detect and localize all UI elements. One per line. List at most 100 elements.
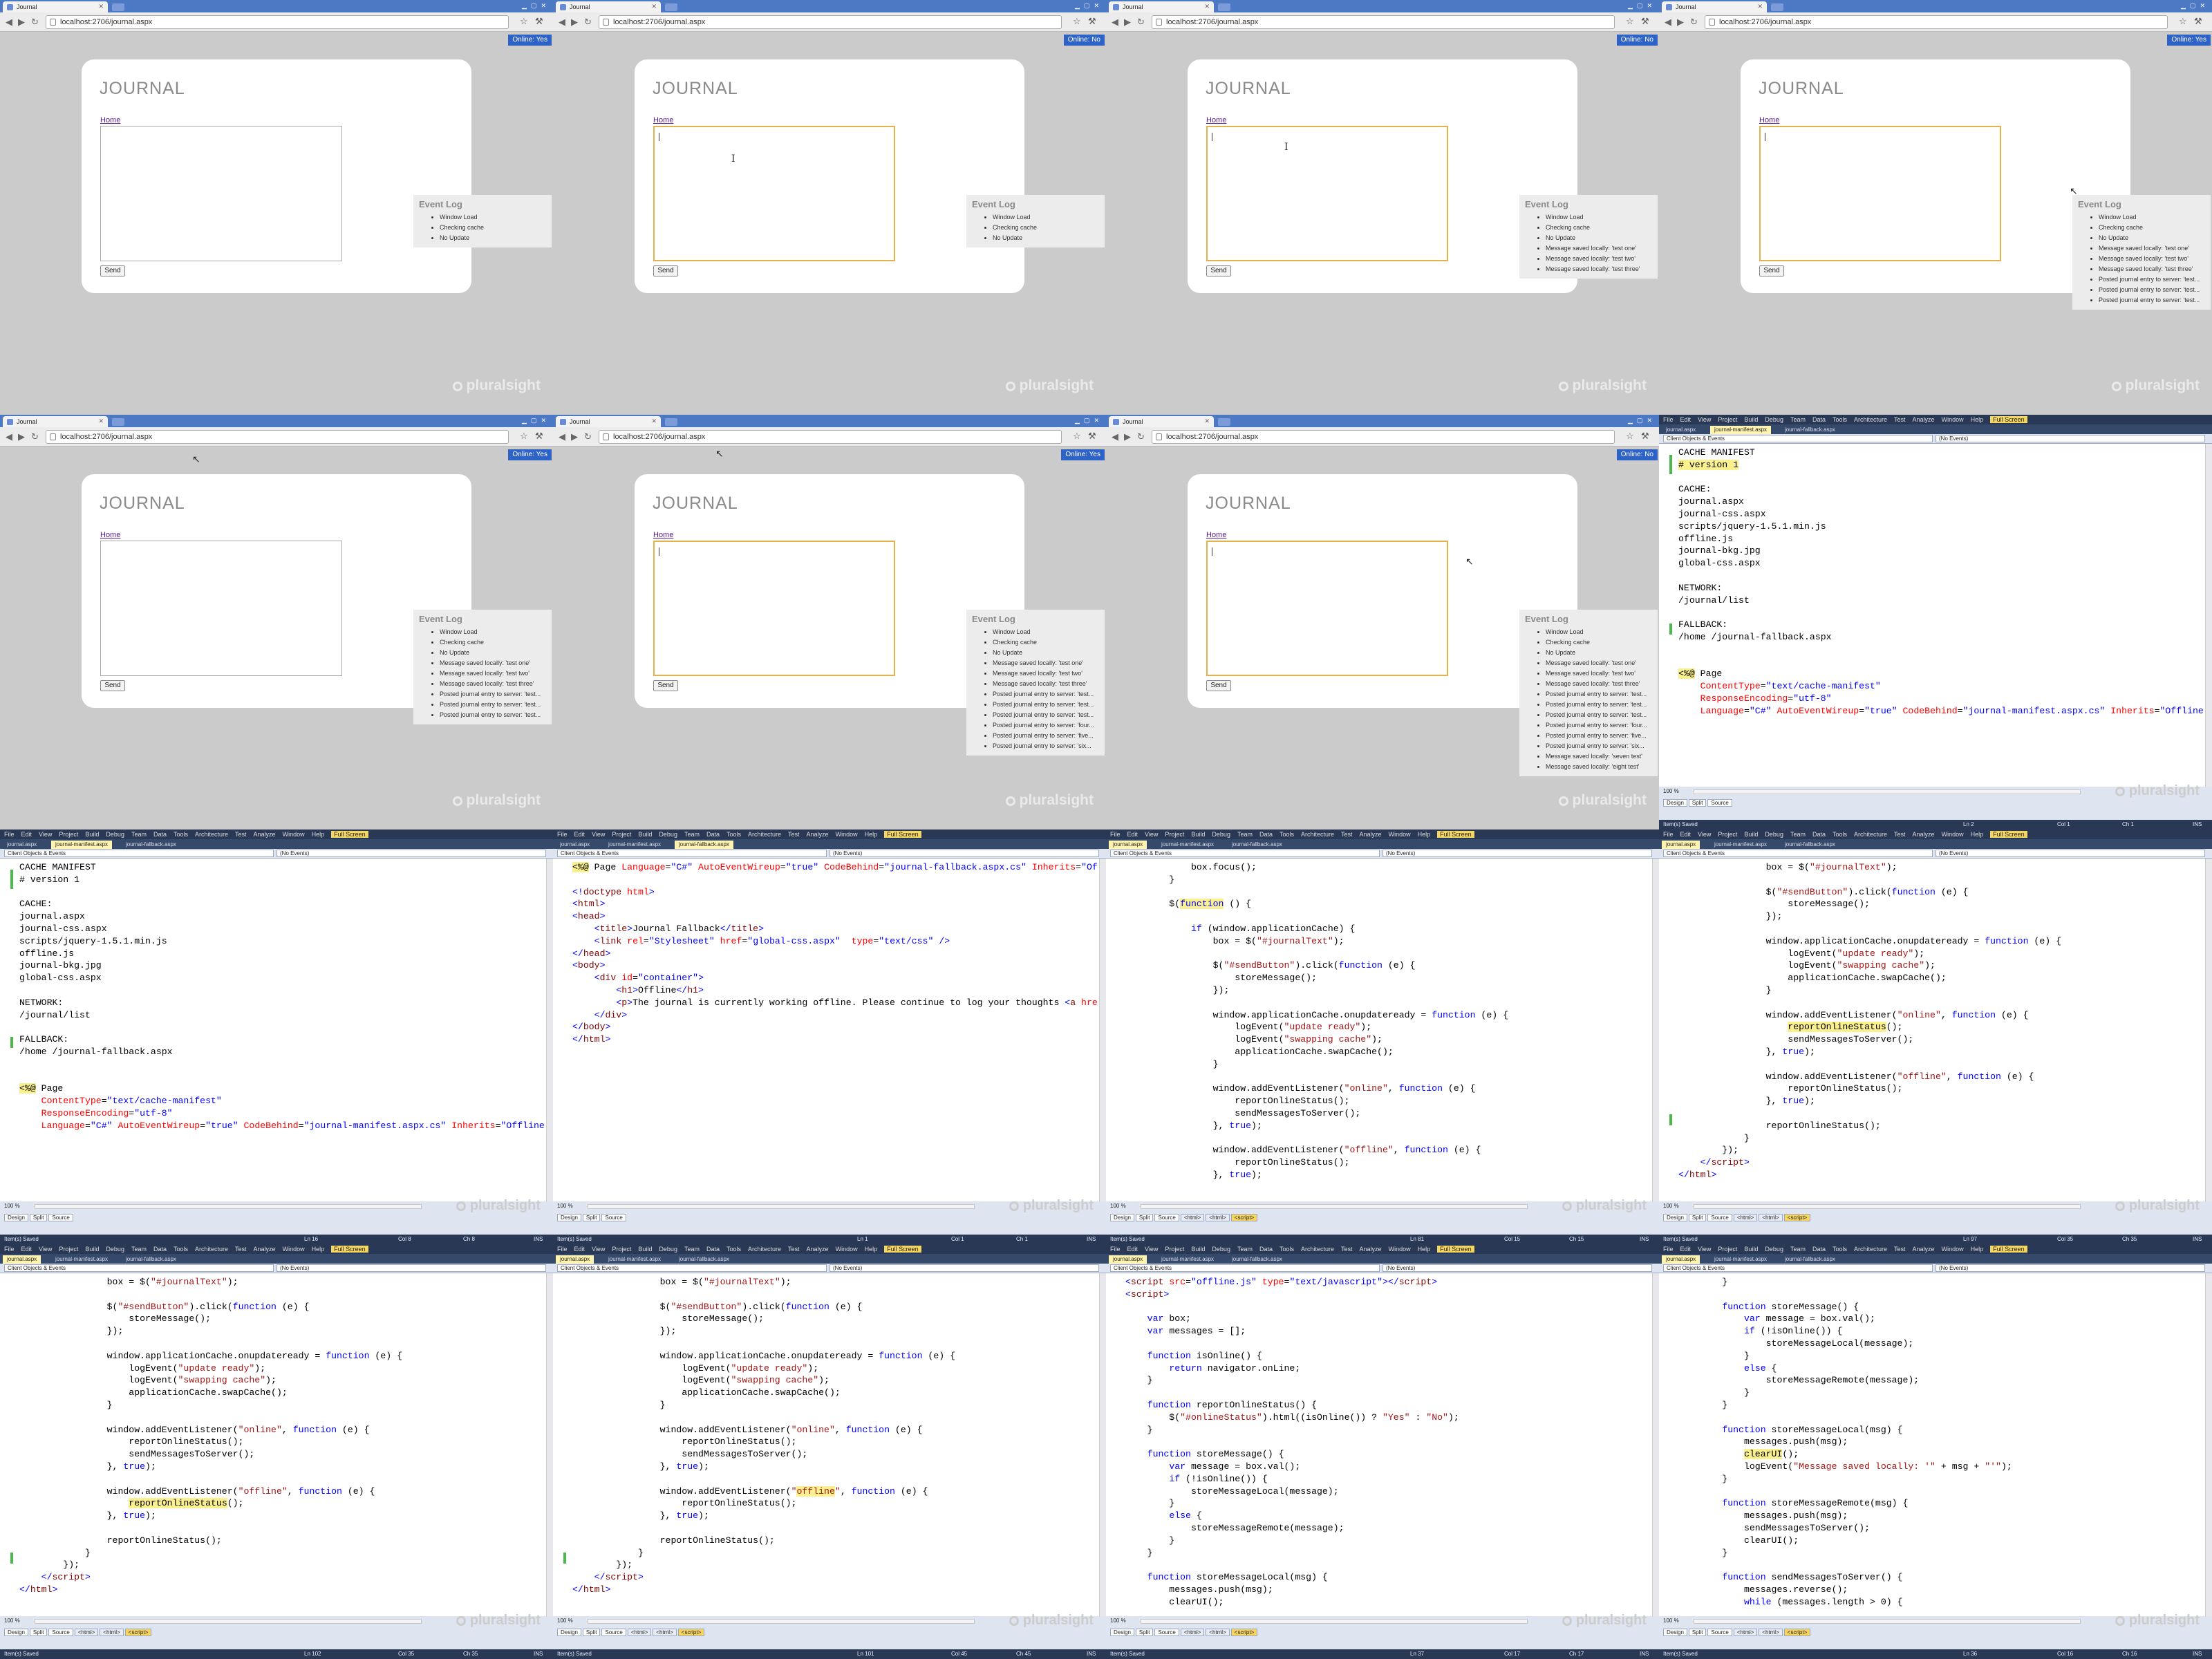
vertical-scrollbar[interactable] [1099,1273,1106,1616]
bookmark-star-icon[interactable]: ☆ [2179,16,2187,27]
home-link[interactable]: Home [653,116,673,124]
menu-item-tools[interactable]: Tools [1280,1246,1294,1253]
menu-item-tools[interactable]: Tools [174,831,188,838]
menu-item-view[interactable]: View [592,831,605,838]
menu-item-data[interactable]: Data [153,831,167,838]
view-tab-split[interactable]: Split [582,1214,601,1221]
tab-journal-manifest[interactable]: journal-manifest.aspx [51,841,113,849]
menu-item-team[interactable]: Team [1790,831,1806,838]
bookmark-star-icon[interactable]: ☆ [520,16,528,27]
close-icon[interactable]: ✕ [98,3,104,10]
menu-item-view[interactable]: View [39,831,52,838]
menu-item-data[interactable]: Data [706,831,720,838]
menu-item-build[interactable]: Build [1191,1246,1205,1253]
close-icon[interactable]: ✕ [651,418,657,425]
forward-icon[interactable]: ▶ [571,17,578,28]
menu-item-architecture[interactable]: Architecture [195,1246,228,1253]
vertical-scrollbar[interactable] [1652,859,1659,1201]
menu-item-project[interactable]: Project [1718,1246,1737,1253]
code-text[interactable]: CACHE MANIFEST # version 1 CACHE: journa… [19,861,545,1132]
code-text[interactable]: } function storeMessage() { var message … [1678,1276,2012,1609]
breadcrumb-item[interactable]: <script> [1783,1214,1811,1221]
menu-item-team[interactable]: Team [684,1246,700,1253]
reload-icon[interactable]: ↻ [31,431,39,442]
tab-journal-manifest[interactable]: journal-manifest.aspx [1157,1255,1218,1264]
menu-item-architecture[interactable]: Architecture [748,1246,781,1253]
address-bar[interactable]: localhost:2706/journal.aspx [46,430,509,444]
events-dropdown[interactable]: (No Events) [1382,850,1652,857]
wrench-icon[interactable]: ⚒ [2194,16,2202,27]
address-bar[interactable]: localhost:2706/journal.aspx [599,15,1062,29]
send-button[interactable]: Send [100,265,125,276]
full-screen-button[interactable]: Full Screen [884,831,921,838]
vertical-scrollbar[interactable] [1099,859,1106,1201]
menu-item-edit[interactable]: Edit [1680,1246,1691,1253]
bookmark-star-icon[interactable]: ☆ [1073,431,1081,442]
menu-item-window[interactable]: Window [836,1246,858,1253]
forward-icon[interactable]: ▶ [1124,431,1131,442]
tab-journal-manifest[interactable]: journal-manifest.aspx [1157,841,1218,849]
breadcrumb-item[interactable]: <script> [1230,1629,1258,1636]
address-bar[interactable]: localhost:2706/journal.aspx [599,430,1062,444]
browser-tab[interactable]: Journal ✕ [3,1,108,12]
menu-item-edit[interactable]: Edit [574,831,585,838]
menu-item-test[interactable]: Test [788,831,800,838]
view-tab-source[interactable]: Source [601,1629,626,1636]
menu-item-window[interactable]: Window [1942,1246,1964,1253]
menu-item-file[interactable]: File [4,831,15,838]
breadcrumb-item[interactable]: <html> [100,1629,124,1636]
tab-journal[interactable]: journal.aspx [3,841,41,849]
vertical-scrollbar[interactable] [546,859,553,1201]
client-objects-dropdown[interactable]: Client Objects & Events [1663,1264,1933,1272]
menu-item-debug[interactable]: Debug [659,1246,677,1253]
tab-journal[interactable]: journal.aspx [1109,1255,1147,1264]
code-text[interactable]: <script src="offline.js" type="text/java… [1125,1276,1459,1609]
menu-item-team[interactable]: Team [131,831,147,838]
address-bar[interactable]: localhost:2706/journal.aspx [1152,430,1615,444]
events-dropdown[interactable]: (No Events) [276,1264,546,1272]
view-tab-design[interactable]: Design [1663,1214,1687,1221]
menu-item-file[interactable]: File [557,1246,568,1253]
menu-item-help[interactable]: Help [1971,1246,1984,1253]
client-objects-dropdown[interactable]: Client Objects & Events [557,850,827,857]
tab-journal[interactable]: journal.aspx [1662,841,1700,849]
view-tab-source[interactable]: Source [1154,1629,1179,1636]
browser-tab[interactable]: Journal ✕ [3,416,108,427]
menu-item-analyze[interactable]: Analyze [807,1246,829,1253]
send-button[interactable]: Send [653,265,678,276]
code-editor[interactable]: box = $("#journalText"); $("#sendButton"… [1659,859,2205,1201]
menu-item-data[interactable]: Data [1812,831,1826,838]
view-tab-source[interactable]: Source [601,1214,626,1221]
menu-item-build[interactable]: Build [1744,416,1758,423]
breadcrumb-item[interactable]: <html> [74,1629,99,1636]
view-tab-design[interactable]: Design [1110,1214,1134,1221]
events-dropdown[interactable]: (No Events) [830,1264,1099,1272]
tab-journal-manifest[interactable]: journal-manifest.aspx [604,841,665,849]
menu-item-build[interactable]: Build [85,1246,99,1253]
tab-journal[interactable]: journal.aspx [1662,1255,1700,1264]
journal-text-input[interactable] [100,541,342,676]
menu-item-tools[interactable]: Tools [1833,1246,1847,1253]
menu-item-data[interactable]: Data [153,1246,167,1253]
wrench-icon[interactable]: ⚒ [1641,431,1649,442]
menu-item-help[interactable]: Help [312,1246,325,1253]
close-icon[interactable]: ✕ [1757,3,1763,10]
window-controls[interactable]: ▁▢✕ [1628,417,1656,424]
code-text[interactable]: CACHE MANIFEST # version 1 CACHE: journa… [1678,447,2204,718]
send-button[interactable]: Send [1759,265,1784,276]
horizontal-scrollbar[interactable] [35,1204,422,1209]
browser-tab[interactable]: Journal ✕ [1662,1,1767,12]
view-tab-design[interactable]: Design [4,1629,28,1636]
client-objects-dropdown[interactable]: Client Objects & Events [1663,435,1933,442]
menu-item-team[interactable]: Team [1237,1246,1253,1253]
full-screen-button[interactable]: Full Screen [1990,416,2027,423]
back-icon[interactable]: ◀ [1112,17,1118,28]
menu-item-team[interactable]: Team [1237,831,1253,838]
back-icon[interactable]: ◀ [6,17,12,28]
wrench-icon[interactable]: ⚒ [535,16,543,27]
tab-journal-fallback[interactable]: journal-fallback.aspx [1228,841,1286,849]
new-tab-button[interactable] [112,418,124,426]
menu-item-architecture[interactable]: Architecture [1301,1246,1334,1253]
menu-item-project[interactable]: Project [1718,416,1737,423]
forward-icon[interactable]: ▶ [18,17,25,28]
